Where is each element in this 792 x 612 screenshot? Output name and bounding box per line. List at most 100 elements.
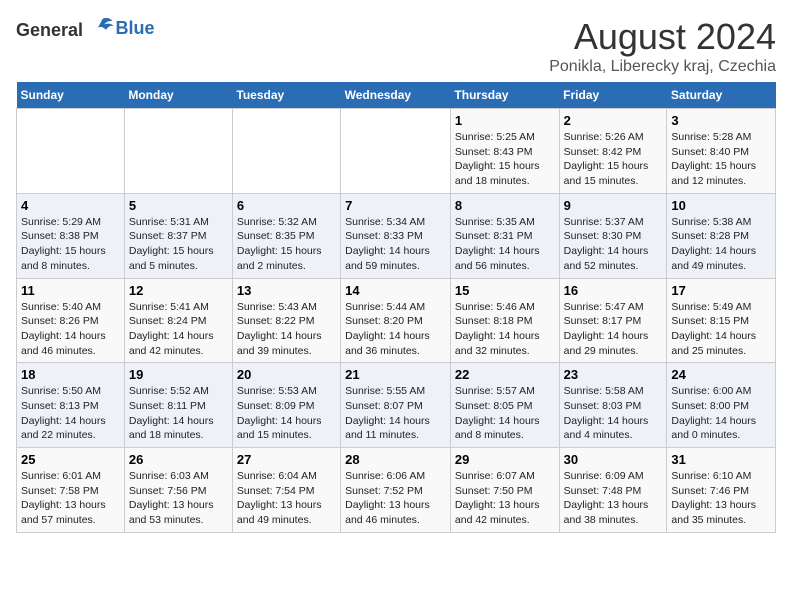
calendar-cell: 3 Sunrise: 5:28 AM Sunset: 8:40 PM Daylig… (667, 109, 776, 194)
day-info: Sunrise: 6:01 AM Sunset: 7:58 PM Dayligh… (21, 469, 120, 528)
day-info: Sunrise: 5:32 AM Sunset: 8:35 PM Dayligh… (237, 215, 336, 274)
week-row-5: 25 Sunrise: 6:01 AM Sunset: 7:58 PM Dayli… (17, 448, 776, 533)
main-title: August 2024 (549, 16, 776, 58)
calendar-cell (17, 109, 125, 194)
calendar-cell: 31Sunrise: 6:10 AM Sunset: 7:46 PM Dayli… (667, 448, 776, 533)
day-number: 22 (455, 367, 555, 382)
day-number: 15 (455, 283, 555, 298)
day-number: 18 (21, 367, 120, 382)
calendar-cell: 1Sunrise: 5:25 AM Sunset: 8:43 PM Daylig… (450, 109, 559, 194)
day-info: Sunrise: 5:52 AM Sunset: 8:11 PM Dayligh… (129, 384, 228, 443)
calendar-cell (341, 109, 451, 194)
calendar-cell: 26 Sunrise: 6:03 AM Sunset: 7:56 PM Dayli… (124, 448, 232, 533)
calendar-cell: 2 Sunrise: 5:26 AM Sunset: 8:42 PM Daylig… (559, 109, 667, 194)
day-info: Sunrise: 5:40 AM Sunset: 8:26 PM Dayligh… (21, 300, 120, 359)
calendar-cell: 14 Sunrise: 5:44 AM Sunset: 8:20 PM Dayli… (341, 278, 451, 363)
calendar-cell: 23 Sunrise: 5:58 AM Sunset: 8:03 PM Dayli… (559, 363, 667, 448)
day-info: Sunrise: 5:25 AM Sunset: 8:43 PM Dayligh… (455, 130, 555, 189)
day-number: 6 (237, 198, 336, 213)
day-info: Sunrise: 5:47 AM Sunset: 8:17 PM Dayligh… (564, 300, 663, 359)
day-number: 11 (21, 283, 120, 298)
subtitle: Ponikla, Liberecky kraj, Czechia (549, 58, 776, 76)
calendar-cell: 15 Sunrise: 5:46 AM Sunset: 8:18 PM Dayli… (450, 278, 559, 363)
col-wednesday: Wednesday (341, 82, 451, 109)
day-info: Sunrise: 5:29 AM Sunset: 8:38 PM Dayligh… (21, 215, 120, 274)
col-thursday: Thursday (450, 82, 559, 109)
calendar-cell: 10Sunrise: 5:38 AM Sunset: 8:28 PM Dayli… (667, 193, 776, 278)
day-number: 26 (129, 452, 228, 467)
day-info: Sunrise: 6:03 AM Sunset: 7:56 PM Dayligh… (129, 469, 228, 528)
calendar-cell (232, 109, 340, 194)
day-info: Sunrise: 6:09 AM Sunset: 7:48 PM Dayligh… (564, 469, 663, 528)
calendar-cell: 8 Sunrise: 5:35 AM Sunset: 8:31 PM Daylig… (450, 193, 559, 278)
day-info: Sunrise: 5:34 AM Sunset: 8:33 PM Dayligh… (345, 215, 446, 274)
day-info: Sunrise: 5:28 AM Sunset: 8:40 PM Dayligh… (671, 130, 771, 189)
col-tuesday: Tuesday (232, 82, 340, 109)
day-number: 29 (455, 452, 555, 467)
day-info: Sunrise: 5:44 AM Sunset: 8:20 PM Dayligh… (345, 300, 446, 359)
day-number: 13 (237, 283, 336, 298)
calendar-cell: 4 Sunrise: 5:29 AM Sunset: 8:38 PM Daylig… (17, 193, 125, 278)
logo-bird-icon (90, 16, 114, 36)
header: General Blue August 2024 Ponikla, Libere… (16, 16, 776, 76)
logo-blue: Blue (116, 18, 155, 39)
day-number: 4 (21, 198, 120, 213)
calendar-cell: 13 Sunrise: 5:43 AM Sunset: 8:22 PM Dayli… (232, 278, 340, 363)
day-info: Sunrise: 5:37 AM Sunset: 8:30 PM Dayligh… (564, 215, 663, 274)
day-info: Sunrise: 5:31 AM Sunset: 8:37 PM Dayligh… (129, 215, 228, 274)
day-number: 21 (345, 367, 446, 382)
day-number: 2 (564, 113, 663, 128)
page: General Blue August 2024 Ponikla, Libere… (0, 0, 792, 612)
day-info: Sunrise: 5:58 AM Sunset: 8:03 PM Dayligh… (564, 384, 663, 443)
calendar-cell: 7 Sunrise: 5:34 AM Sunset: 8:33 PM Daylig… (341, 193, 451, 278)
col-saturday: Saturday (667, 82, 776, 109)
day-info: Sunrise: 5:57 AM Sunset: 8:05 PM Dayligh… (455, 384, 555, 443)
day-info: Sunrise: 6:00 AM Sunset: 8:00 PM Dayligh… (671, 384, 771, 443)
day-number: 14 (345, 283, 446, 298)
day-number: 20 (237, 367, 336, 382)
calendar-cell: 6 Sunrise: 5:32 AM Sunset: 8:35 PM Daylig… (232, 193, 340, 278)
calendar-cell: 5Sunrise: 5:31 AM Sunset: 8:37 PM Daylig… (124, 193, 232, 278)
calendar-cell: 25 Sunrise: 6:01 AM Sunset: 7:58 PM Dayli… (17, 448, 125, 533)
day-number: 27 (237, 452, 336, 467)
day-number: 19 (129, 367, 228, 382)
calendar-cell: 28 Sunrise: 6:06 AM Sunset: 7:52 PM Dayli… (341, 448, 451, 533)
day-info: Sunrise: 6:10 AM Sunset: 7:46 PM Dayligh… (671, 469, 771, 528)
day-number: 8 (455, 198, 555, 213)
calendar-cell: 11 Sunrise: 5:40 AM Sunset: 8:26 PM Dayli… (17, 278, 125, 363)
day-number: 23 (564, 367, 663, 382)
day-number: 12 (129, 283, 228, 298)
day-info: Sunrise: 6:04 AM Sunset: 7:54 PM Dayligh… (237, 469, 336, 528)
day-info: Sunrise: 5:49 AM Sunset: 8:15 PM Dayligh… (671, 300, 771, 359)
day-info: Sunrise: 5:46 AM Sunset: 8:18 PM Dayligh… (455, 300, 555, 359)
calendar-cell: 18 Sunrise: 5:50 AM Sunset: 8:13 PM Dayli… (17, 363, 125, 448)
day-number: 24 (671, 367, 771, 382)
calendar-cell: 30Sunrise: 6:09 AM Sunset: 7:48 PM Dayli… (559, 448, 667, 533)
day-info: Sunrise: 6:06 AM Sunset: 7:52 PM Dayligh… (345, 469, 446, 528)
calendar-cell (124, 109, 232, 194)
col-friday: Friday (559, 82, 667, 109)
logo: General Blue (16, 16, 155, 41)
day-number: 3 (671, 113, 771, 128)
day-info: Sunrise: 5:41 AM Sunset: 8:24 PM Dayligh… (129, 300, 228, 359)
day-info: Sunrise: 5:35 AM Sunset: 8:31 PM Dayligh… (455, 215, 555, 274)
col-sunday: Sunday (17, 82, 125, 109)
calendar-cell: 17Sunrise: 5:49 AM Sunset: 8:15 PM Dayli… (667, 278, 776, 363)
day-info: Sunrise: 5:38 AM Sunset: 8:28 PM Dayligh… (671, 215, 771, 274)
week-row-1: 1Sunrise: 5:25 AM Sunset: 8:43 PM Daylig… (17, 109, 776, 194)
calendar-table: Sunday Monday Tuesday Wednesday Thursday… (16, 82, 776, 533)
day-info: Sunrise: 5:43 AM Sunset: 8:22 PM Dayligh… (237, 300, 336, 359)
calendar-cell: 27 Sunrise: 6:04 AM Sunset: 7:54 PM Dayli… (232, 448, 340, 533)
day-number: 25 (21, 452, 120, 467)
day-number: 28 (345, 452, 446, 467)
day-info: Sunrise: 5:53 AM Sunset: 8:09 PM Dayligh… (237, 384, 336, 443)
day-info: Sunrise: 5:26 AM Sunset: 8:42 PM Dayligh… (564, 130, 663, 189)
day-number: 7 (345, 198, 446, 213)
day-number: 9 (564, 198, 663, 213)
calendar-cell: 22 Sunrise: 5:57 AM Sunset: 8:05 PM Dayli… (450, 363, 559, 448)
day-info: Sunrise: 5:55 AM Sunset: 8:07 PM Dayligh… (345, 384, 446, 443)
week-row-3: 11 Sunrise: 5:40 AM Sunset: 8:26 PM Dayli… (17, 278, 776, 363)
calendar-cell: 16Sunrise: 5:47 AM Sunset: 8:17 PM Dayli… (559, 278, 667, 363)
week-row-4: 18 Sunrise: 5:50 AM Sunset: 8:13 PM Dayli… (17, 363, 776, 448)
day-info: Sunrise: 5:50 AM Sunset: 8:13 PM Dayligh… (21, 384, 120, 443)
